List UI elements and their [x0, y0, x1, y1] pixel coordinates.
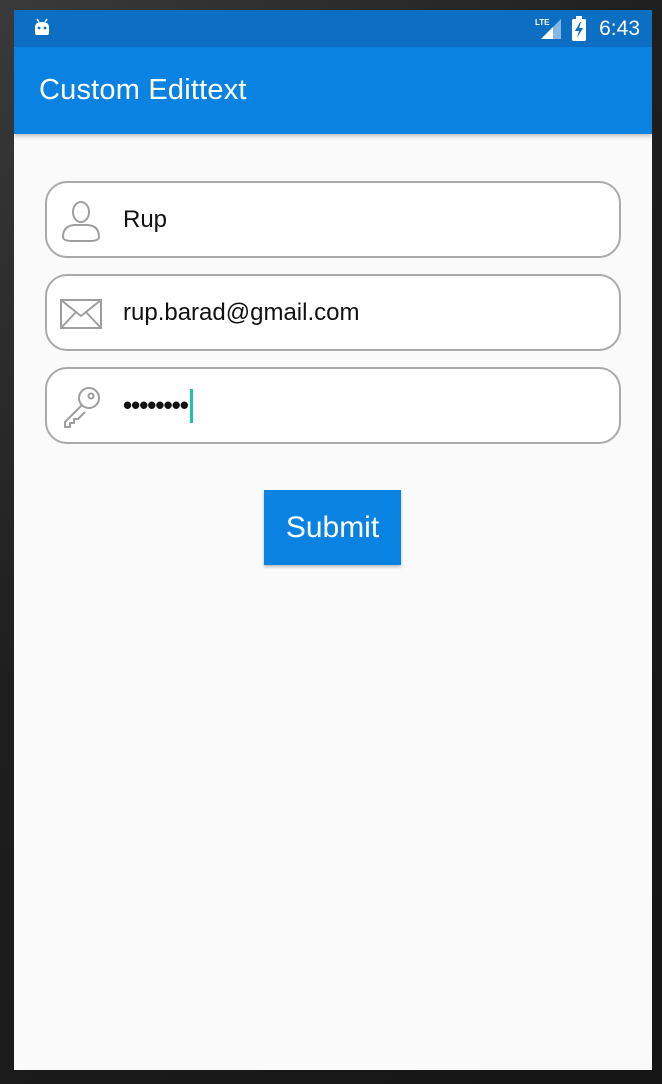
key-icon — [64, 387, 100, 428]
app-screen: LTE 6:43 Custom Edittext Rup rup.barad@g… — [14, 10, 652, 1070]
name-input-value[interactable]: Rup — [123, 183, 167, 256]
device-frame: LTE 6:43 Custom Edittext Rup rup.barad@g… — [0, 0, 662, 1084]
android-debug-icon — [35, 18, 49, 35]
submit-button[interactable]: Submit — [264, 490, 401, 565]
envelope-icon — [60, 299, 102, 329]
password-mask: •••••••• — [123, 390, 189, 420]
status-time: 6:43 — [599, 16, 640, 40]
app-title: Custom Edittext — [39, 74, 247, 106]
app-bar: Custom Edittext — [14, 47, 652, 134]
password-input-value[interactable]: •••••••• — [123, 369, 193, 442]
email-input-value[interactable]: rup.barad@gmail.com — [123, 276, 359, 349]
person-icon — [61, 201, 101, 242]
name-field[interactable]: Rup — [45, 181, 621, 258]
lte-signal-icon: LTE — [535, 18, 562, 39]
network-label: LTE — [535, 18, 550, 27]
battery-charging-icon — [572, 15, 587, 41]
password-field[interactable]: •••••••• — [45, 367, 621, 444]
email-field[interactable]: rup.barad@gmail.com — [45, 274, 621, 351]
text-cursor — [189, 388, 193, 423]
status-bar: LTE 6:43 — [14, 10, 652, 47]
